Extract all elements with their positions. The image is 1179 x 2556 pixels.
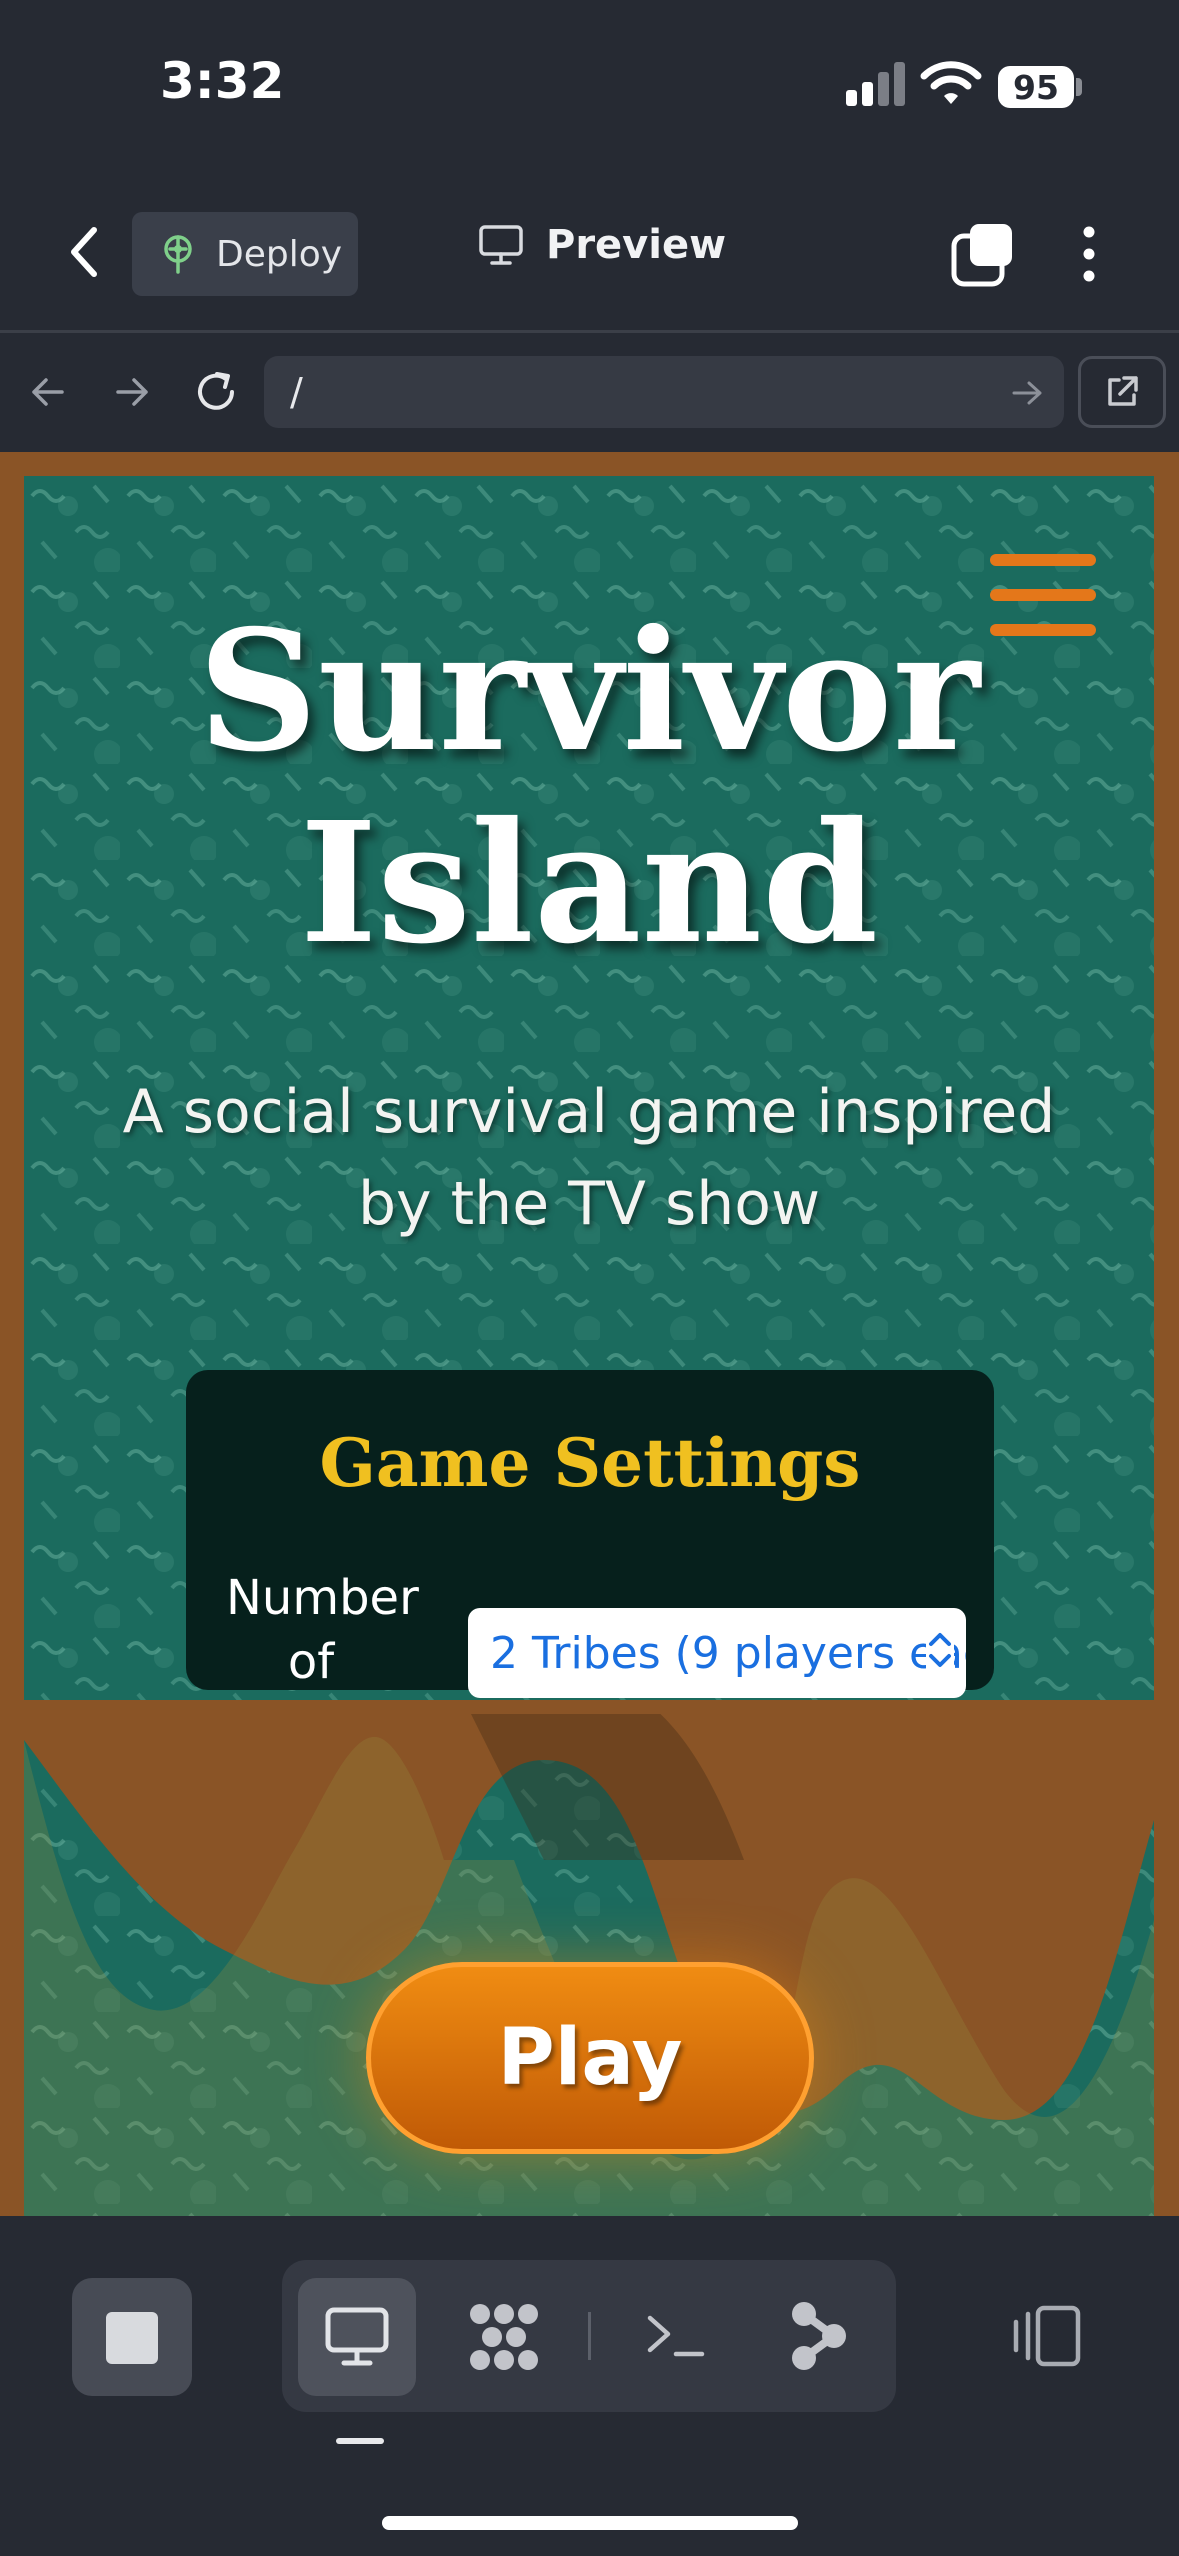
cellular-signal-icon	[846, 62, 905, 106]
url-input[interactable]: /	[264, 356, 1064, 428]
home-indicator[interactable]	[382, 2516, 798, 2530]
reload-icon[interactable]	[192, 368, 240, 416]
git-branch-icon[interactable]	[790, 2300, 846, 2372]
title-line-2: Island	[299, 786, 879, 981]
stop-button[interactable]	[72, 2278, 192, 2396]
status-time: 3:32	[160, 52, 285, 110]
go-arrow-icon[interactable]	[1010, 378, 1044, 408]
preview-frame: Survivor Island A social survival game i…	[0, 452, 1179, 2216]
select-chevron-icon	[926, 1630, 954, 1670]
open-external-button[interactable]	[1078, 356, 1166, 428]
arrow-right-icon[interactable]	[112, 372, 152, 412]
tool-group	[282, 2260, 896, 2412]
monitor-icon	[479, 225, 523, 265]
active-tab-indicator	[336, 2438, 384, 2444]
game-scene: Survivor Island A social survival game i…	[24, 476, 1154, 2216]
devices-icon[interactable]	[1010, 2304, 1084, 2368]
desktop-icon	[325, 2307, 389, 2366]
game-subtitle: A social survival game inspired by the T…	[122, 1077, 1056, 1239]
play-button[interactable]: Play	[366, 1962, 814, 2154]
more-vertical-icon[interactable]	[1074, 224, 1104, 284]
header-divider	[0, 330, 1179, 333]
tabs-icon[interactable]	[950, 222, 1016, 288]
preview-tab[interactable]: Preview	[478, 222, 726, 268]
wifi-icon	[920, 61, 982, 104]
deploy-label: Deploy	[216, 233, 343, 275]
deploy-button[interactable]: Deploy	[132, 212, 358, 296]
tribes-select[interactable]: 2 Tribes (9 players each)	[468, 1608, 966, 1698]
terminal-icon[interactable]	[644, 2310, 708, 2362]
tribes-label: Number of	[226, 1570, 419, 1690]
deploy-icon	[164, 235, 192, 274]
stop-icon	[106, 2312, 158, 2364]
tool-separator	[588, 2312, 591, 2360]
desktop-tab[interactable]	[298, 2278, 416, 2396]
arrow-left-icon[interactable]	[28, 372, 68, 412]
title-line-1: Survivor	[197, 594, 981, 789]
cluster-icon[interactable]	[466, 2302, 542, 2372]
game-title: Survivor Island	[24, 596, 1154, 980]
settings-title: Game Settings	[319, 1424, 861, 1502]
battery-icon: 95	[998, 66, 1074, 108]
back-chevron-icon[interactable]	[60, 222, 110, 282]
external-link-icon	[1108, 376, 1138, 406]
preview-label: Preview	[546, 222, 727, 268]
settings-card: Game Settings Number of 2 Tribes (9 play…	[186, 1370, 994, 1698]
battery-nub	[1076, 78, 1082, 96]
